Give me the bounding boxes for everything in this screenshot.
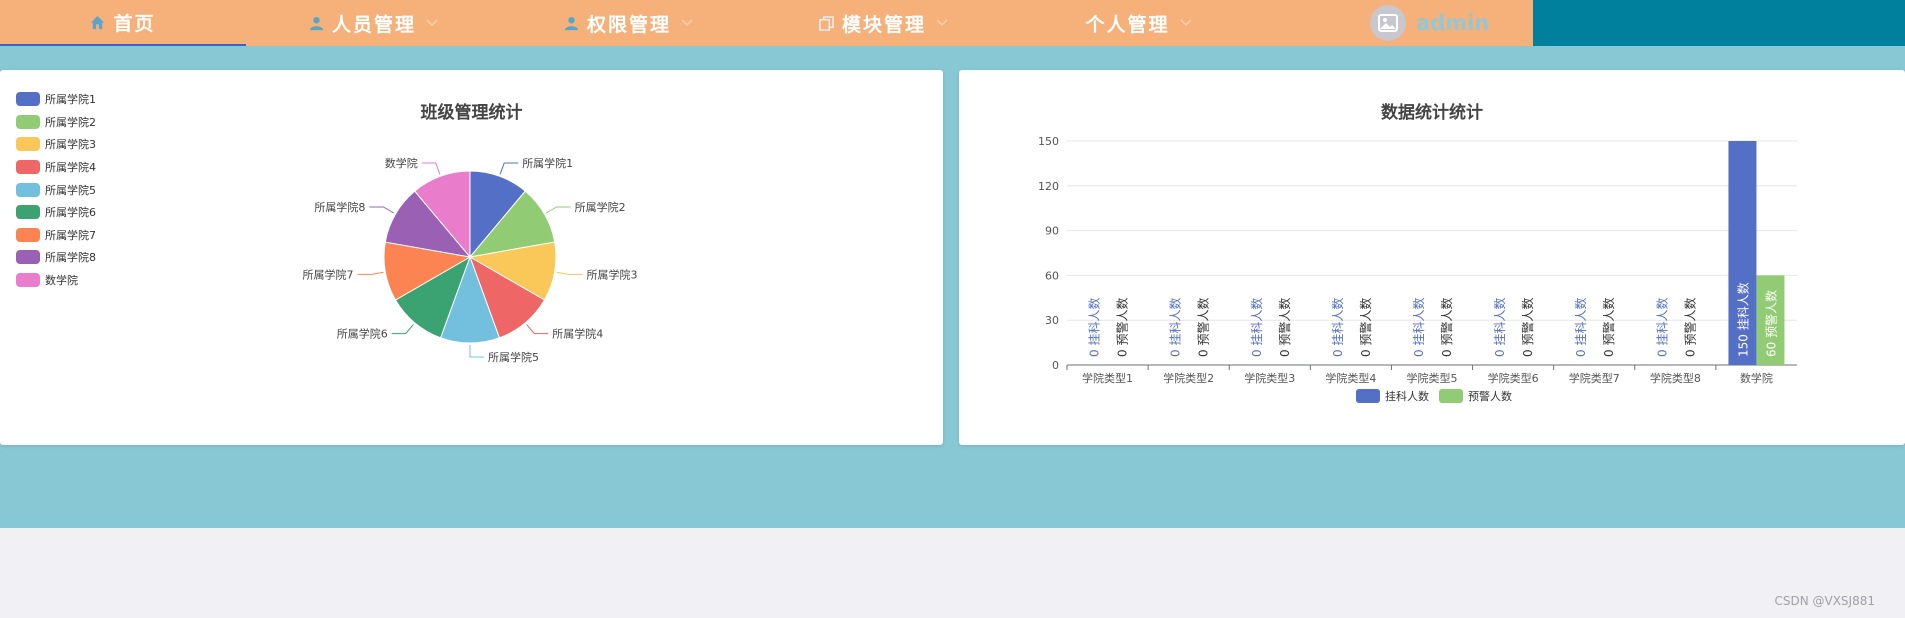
bar-value-label: 0 挂科人数 xyxy=(1654,298,1669,357)
bar-value-label: 0 预警人数 xyxy=(1439,298,1454,357)
nav-item-home[interactable]: 首页 xyxy=(0,0,246,46)
pie-label-line xyxy=(369,206,395,214)
legend-swatch[interactable] xyxy=(1356,389,1380,403)
y-tick-label: 90 xyxy=(1045,225,1059,238)
bar-value-label: 0 预警人数 xyxy=(1601,298,1616,357)
pie-label-line xyxy=(556,271,583,275)
image-icon xyxy=(1378,14,1398,32)
y-tick-label: 30 xyxy=(1045,314,1059,327)
y-tick-label: 60 xyxy=(1045,269,1059,282)
x-tick-label: 学院类型1 xyxy=(1082,371,1133,385)
x-tick-label: 学院类型5 xyxy=(1407,371,1458,385)
pie-label-line xyxy=(545,206,571,214)
bar-value-label: 0 挂科人数 xyxy=(1168,298,1183,357)
chevron-down-icon xyxy=(1179,19,1192,27)
y-tick-label: 0 xyxy=(1052,359,1059,372)
nav-item-personnel[interactable]: 人员管理 xyxy=(246,0,501,46)
pie-label: 所属学院7 xyxy=(303,267,354,281)
nav-bar: 首页 人员管理 权限管理 模块管理 个人管理 admin xyxy=(0,0,1533,46)
pie-label: 所属学院3 xyxy=(586,267,637,281)
copy-icon xyxy=(819,15,834,31)
bar-value-label: 0 挂科人数 xyxy=(1249,298,1264,357)
bar-value-label: 0 挂科人数 xyxy=(1411,298,1426,357)
x-tick-label: 学院类型8 xyxy=(1650,371,1701,385)
pie-label: 所属学院8 xyxy=(314,200,365,214)
bar-value-label: 0 预警人数 xyxy=(1115,298,1130,357)
bar-value-label: 150 挂科人数 xyxy=(1735,282,1750,357)
user-icon xyxy=(564,16,579,31)
home-icon xyxy=(90,15,105,30)
pie-label-line xyxy=(526,324,549,335)
pie-chart-card: 班级管理统计 所属学院1 所属学院2 所属学院3 所属学院4 所属学院5 所属学院6 所属学… xyxy=(0,70,943,445)
nav-item-label: 人员管理 xyxy=(331,13,416,36)
nav-item-label: 模块管理 xyxy=(841,13,926,36)
pie-label: 所属学院4 xyxy=(552,327,603,341)
bar-chart-card: 数据统计统计 0 30 60 90 120 150 学院类型1 0 挂科人数 0 预警人数 学院类… xyxy=(959,70,1905,445)
bar-value-label: 0 预警人数 xyxy=(1682,298,1697,357)
nav-item-personal[interactable]: 个人管理 xyxy=(1011,0,1266,46)
nav-item-label: 个人管理 xyxy=(1085,13,1170,36)
legend-swatch[interactable] xyxy=(1439,389,1463,403)
bar-value-label: 0 预警人数 xyxy=(1196,298,1211,357)
bar-value-label: 60 预警人数 xyxy=(1763,290,1778,357)
x-tick-label: 学院类型4 xyxy=(1325,371,1376,385)
bar-chart: 0 30 60 90 120 150 学院类型1 0 挂科人数 0 预警人数学院类型2 0 挂科人… xyxy=(1038,135,1797,403)
pie-label-line xyxy=(499,162,519,175)
pie-chart: 所属学院1 所属学院2 所属学院3 所属学院4 所属学院5 所属学院6 所属学院7 所属学院8… xyxy=(303,156,638,364)
x-tick-label: 学院类型6 xyxy=(1488,371,1539,385)
x-tick-label: 学院类型2 xyxy=(1163,371,1214,385)
bar-value-label: 0 预警人数 xyxy=(1520,298,1535,357)
watermark: CSDN @VXSJ881 xyxy=(1774,594,1875,608)
pie-label-line xyxy=(421,162,441,175)
username: admin xyxy=(1416,11,1490,35)
pie-label-line xyxy=(469,345,484,358)
nav-item-label: 首页 xyxy=(113,12,156,35)
y-tick-label: 120 xyxy=(1038,180,1059,193)
chevron-down-icon xyxy=(936,19,948,27)
pie-label: 所属学院1 xyxy=(522,156,573,170)
y-tick-label: 150 xyxy=(1038,135,1059,148)
x-tick-label: 学院类型7 xyxy=(1569,371,1620,385)
pie-label: 所属学院2 xyxy=(575,200,626,214)
legend-label[interactable]: 挂科人数 xyxy=(1385,389,1429,403)
pie-label-line xyxy=(391,324,414,335)
nav-right-panel xyxy=(1533,0,1905,46)
nav-item-label: 权限管理 xyxy=(586,13,671,36)
x-tick-label: 学院类型3 xyxy=(1244,371,1295,385)
bar-value-label: 0 预警人数 xyxy=(1358,298,1373,357)
bar-value-label: 0 挂科人数 xyxy=(1330,298,1345,357)
nav-item-modules[interactable]: 模块管理 xyxy=(756,0,1011,46)
dashboard-area: 班级管理统计 所属学院1 所属学院2 所属学院3 所属学院4 所属学院5 所属学院6 所属学… xyxy=(0,46,1905,528)
bar-value-label: 0 挂科人数 xyxy=(1087,298,1102,357)
user-menu[interactable]: admin xyxy=(1370,4,1489,42)
chevron-down-icon xyxy=(426,19,438,27)
pie-label-line xyxy=(357,271,384,275)
user-icon xyxy=(309,16,324,31)
x-tick-label: 数学院 xyxy=(1740,371,1773,385)
chevron-down-icon xyxy=(681,19,693,27)
avatar xyxy=(1370,5,1406,41)
nav-item-permissions[interactable]: 权限管理 xyxy=(501,0,756,46)
bar-value-label: 0 挂科人数 xyxy=(1492,298,1507,357)
legend-label[interactable]: 预警人数 xyxy=(1468,389,1512,403)
pie-label: 所属学院6 xyxy=(337,327,388,341)
bar-value-label: 0 预警人数 xyxy=(1277,298,1292,357)
top-navbar: 首页 人员管理 权限管理 模块管理 个人管理 admin xyxy=(0,0,1905,46)
pie-label: 所属学院5 xyxy=(488,350,539,364)
bar-value-label: 0 挂科人数 xyxy=(1573,298,1588,357)
pie-label: 数学院 xyxy=(385,156,418,170)
